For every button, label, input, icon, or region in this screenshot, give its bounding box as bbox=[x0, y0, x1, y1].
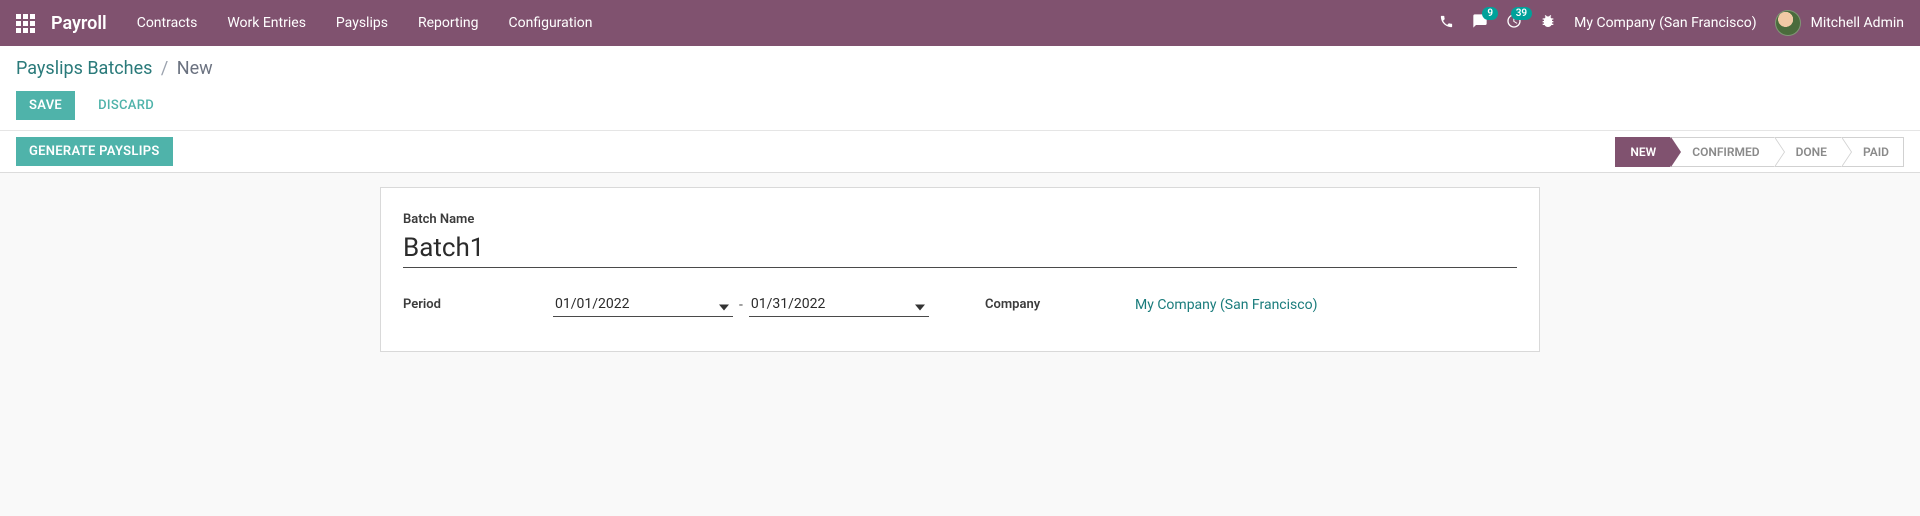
phone-icon[interactable] bbox=[1439, 14, 1454, 33]
nav-item-payslips[interactable]: Payslips bbox=[336, 15, 388, 31]
batch-name-label: Batch Name bbox=[403, 212, 1517, 227]
control-panel-buttons: Save Discard bbox=[16, 91, 1904, 120]
main-navbar: Payroll Contracts Work Entries Payslips … bbox=[0, 0, 1920, 46]
discard-button[interactable]: Discard bbox=[85, 91, 167, 120]
form-sheet-bg: Batch Name Period - bbox=[0, 173, 1920, 366]
nav-item-configuration[interactable]: Configuration bbox=[509, 15, 593, 31]
breadcrumb-separator: / bbox=[161, 58, 168, 79]
nav-item-contracts[interactable]: Contracts bbox=[137, 15, 198, 31]
username: Mitchell Admin bbox=[1811, 15, 1904, 31]
navbar-right: 9 39 My Company (San Francisco) Mitchell… bbox=[1439, 10, 1904, 36]
nav-item-reporting[interactable]: Reporting bbox=[418, 15, 479, 31]
control-panel: Payslips Batches / New Save Discard bbox=[0, 46, 1920, 131]
user-menu[interactable]: Mitchell Admin bbox=[1775, 10, 1904, 36]
breadcrumb-current: New bbox=[177, 58, 213, 79]
date-from-input[interactable] bbox=[553, 292, 733, 317]
save-button[interactable]: Save bbox=[16, 91, 75, 120]
breadcrumb-parent[interactable]: Payslips Batches bbox=[16, 58, 152, 79]
nav-item-work-entries[interactable]: Work Entries bbox=[227, 15, 306, 31]
nav-menu: Contracts Work Entries Payslips Reportin… bbox=[137, 15, 593, 31]
apps-icon[interactable] bbox=[16, 14, 35, 33]
period-field-group: Period - bbox=[403, 292, 935, 317]
debug-icon[interactable] bbox=[1540, 13, 1556, 33]
messages-icon[interactable]: 9 bbox=[1472, 13, 1488, 33]
breadcrumb: Payslips Batches / New bbox=[16, 58, 1904, 79]
period-separator: - bbox=[739, 297, 743, 313]
form-sheet: Batch Name Period - bbox=[380, 187, 1540, 352]
generate-payslips-button[interactable]: Generate Payslips bbox=[16, 137, 173, 166]
statusbar: NEW CONFIRMED DONE PAID bbox=[1615, 137, 1904, 167]
company-field-group: Company My Company (San Francisco) bbox=[985, 292, 1517, 317]
date-to-input[interactable] bbox=[749, 292, 929, 317]
date-from-wrap bbox=[553, 292, 733, 317]
action-bar: Generate Payslips NEW CONFIRMED DONE PAI… bbox=[0, 131, 1920, 173]
activities-badge: 39 bbox=[1511, 7, 1532, 20]
app-brand[interactable]: Payroll bbox=[51, 13, 107, 34]
messages-badge: 9 bbox=[1482, 7, 1498, 20]
activities-icon[interactable]: 39 bbox=[1506, 13, 1522, 33]
company-selector[interactable]: My Company (San Francisco) bbox=[1574, 15, 1756, 31]
status-new[interactable]: NEW bbox=[1615, 137, 1670, 167]
batch-name-input[interactable] bbox=[403, 231, 1517, 268]
period-label: Period bbox=[403, 297, 553, 312]
date-to-wrap bbox=[749, 292, 929, 317]
company-value-link[interactable]: My Company (San Francisco) bbox=[1135, 297, 1317, 313]
field-row: Period - Company My Company (San F bbox=[403, 292, 1517, 317]
status-confirmed[interactable]: CONFIRMED bbox=[1670, 137, 1773, 167]
avatar bbox=[1775, 10, 1801, 36]
company-label: Company bbox=[985, 297, 1135, 312]
